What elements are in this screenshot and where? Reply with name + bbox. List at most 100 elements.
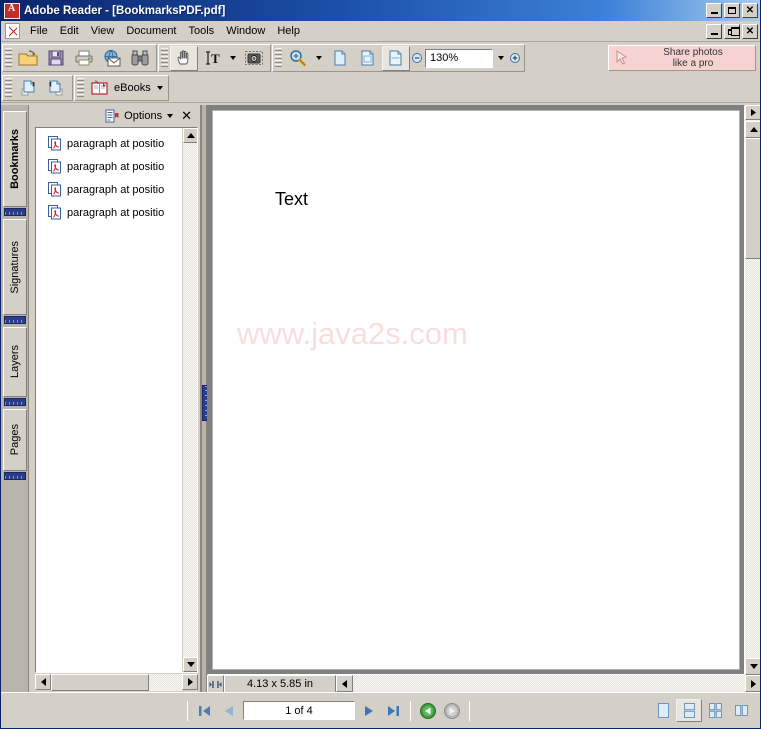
actual-size-button[interactable] xyxy=(326,46,354,71)
select-text-button[interactable]: T xyxy=(198,46,226,71)
scroll-track[interactable] xyxy=(745,259,760,658)
next-view-button[interactable] xyxy=(42,76,70,101)
sidebar-tab-grip[interactable] xyxy=(4,472,26,480)
pdf-bookmark-icon xyxy=(48,205,62,220)
page-number-input[interactable]: 1 of 4 xyxy=(243,701,355,720)
scroll-track[interactable] xyxy=(183,143,197,657)
resize-horizontal-icon xyxy=(209,680,222,688)
scroll-thumb[interactable] xyxy=(51,674,149,691)
sidebar-tab-bookmarks-label: Bookmarks xyxy=(9,129,21,189)
document-viewport[interactable]: Text www.java2s.com xyxy=(207,105,745,675)
continuous-view-button[interactable] xyxy=(676,699,702,722)
document-restore-button[interactable] xyxy=(724,23,740,39)
triangle-down-icon xyxy=(749,664,758,669)
document-horizontal-scrollbar[interactable]: 4.13 x 5.85 in xyxy=(207,675,760,693)
last-page-button[interactable] xyxy=(381,700,405,722)
menu-help[interactable]: Help xyxy=(271,22,306,40)
document-minimize-button[interactable] xyxy=(706,23,722,39)
first-page-button[interactable] xyxy=(193,700,217,722)
scroll-left-button[interactable] xyxy=(35,674,51,690)
bookmarks-horizontal-scrollbar[interactable] xyxy=(35,674,198,691)
open-button[interactable] xyxy=(14,46,42,71)
list-item[interactable]: paragraph at positio xyxy=(48,132,182,155)
zoom-level-input[interactable]: 130% xyxy=(425,48,493,68)
page-size-indicator: 4.13 x 5.85 in xyxy=(224,675,336,693)
snapshot-button[interactable] xyxy=(240,46,268,71)
zoom-in-button[interactable] xyxy=(508,46,522,71)
menu-view[interactable]: View xyxy=(85,22,121,40)
sidebar-tab-grip[interactable] xyxy=(4,208,26,216)
single-page-view-button[interactable] xyxy=(650,699,676,722)
pdf-document-icon[interactable] xyxy=(5,23,20,39)
scroll-up-button[interactable] xyxy=(745,121,760,138)
sidebar-tab-bookmarks[interactable]: Bookmarks xyxy=(3,111,27,207)
zoom-in-tool-button[interactable] xyxy=(284,46,312,71)
save-button[interactable] xyxy=(42,46,70,71)
scroll-track[interactable] xyxy=(353,675,745,693)
sidebar-tab-grip[interactable] xyxy=(4,316,26,324)
hand-tool-button[interactable] xyxy=(170,45,198,71)
scroll-thumb[interactable] xyxy=(745,138,760,259)
scroll-right-button[interactable] xyxy=(182,674,198,690)
menu-tools[interactable]: Tools xyxy=(183,22,221,40)
menu-document[interactable]: Document xyxy=(120,22,182,40)
fit-page-button[interactable] xyxy=(354,46,382,71)
sidebar-tab-pages[interactable]: Pages xyxy=(3,409,27,471)
list-item[interactable]: paragraph at positio xyxy=(48,201,182,224)
file-toolbar-group xyxy=(2,44,157,72)
chevron-down-icon[interactable] xyxy=(167,114,174,118)
next-view-button[interactable] xyxy=(440,700,464,722)
menu-file[interactable]: File xyxy=(24,22,54,40)
zoom-out-button[interactable] xyxy=(410,46,424,71)
chevron-down-icon xyxy=(498,56,504,60)
zoom-level-dropdown[interactable] xyxy=(494,49,508,68)
facing-view-button[interactable] xyxy=(702,699,728,722)
toolbar-grip[interactable] xyxy=(5,48,12,68)
chevron-down-icon[interactable] xyxy=(156,86,163,90)
split-view-button[interactable] xyxy=(745,105,760,120)
toolbar-grip[interactable] xyxy=(161,48,168,68)
previous-view-button[interactable] xyxy=(14,76,42,101)
select-text-dropdown[interactable] xyxy=(226,46,240,71)
pdf-page[interactable]: Text www.java2s.com xyxy=(212,110,740,670)
close-icon[interactable]: ✕ xyxy=(181,109,192,122)
toolbar-grip[interactable] xyxy=(5,78,12,98)
scroll-right-button[interactable] xyxy=(745,675,760,692)
scroll-down-button[interactable] xyxy=(183,657,197,672)
document-vertical-scrollbar[interactable] xyxy=(745,105,760,675)
scroll-down-button[interactable] xyxy=(745,658,760,675)
minimize-button[interactable] xyxy=(706,3,722,18)
sidebar-tab-signatures[interactable]: Signatures xyxy=(3,219,27,315)
print-button[interactable] xyxy=(70,46,98,71)
previous-view-button[interactable] xyxy=(416,700,440,722)
scroll-up-button[interactable] xyxy=(183,128,197,143)
fit-width-button[interactable] xyxy=(382,45,410,71)
bookmarks-vertical-scrollbar[interactable] xyxy=(182,128,197,672)
maximize-button[interactable] xyxy=(724,3,740,18)
close-button[interactable]: ✕ xyxy=(742,3,758,18)
next-page-button[interactable] xyxy=(357,700,381,722)
toolbar-grip[interactable] xyxy=(77,78,84,98)
sidebar-tab-grip[interactable] xyxy=(4,398,26,406)
menu-edit[interactable]: Edit xyxy=(54,22,85,40)
ebooks-button[interactable]: eBooks xyxy=(86,76,166,100)
menu-window[interactable]: Window xyxy=(220,22,271,40)
continuous-facing-view-button[interactable] xyxy=(728,699,754,722)
email-button[interactable] xyxy=(98,46,126,71)
scroll-track[interactable] xyxy=(149,674,182,691)
sidebar-tab-layers[interactable]: Layers xyxy=(3,327,27,397)
toolbar-grip[interactable] xyxy=(275,48,282,68)
page-size-grip[interactable] xyxy=(207,675,224,693)
previous-page-button[interactable] xyxy=(217,700,241,722)
sidebar-tab-layers-label: Layers xyxy=(9,345,21,379)
share-photos-ad[interactable]: Share photos like a pro xyxy=(608,45,756,71)
document-close-button[interactable]: ✕ xyxy=(742,23,758,39)
triangle-right-icon xyxy=(187,678,193,686)
bookmarks-options-label[interactable]: Options xyxy=(124,110,162,122)
list-item[interactable]: paragraph at positio xyxy=(48,155,182,178)
zoom-tool-dropdown[interactable] xyxy=(312,46,326,71)
scroll-left-button[interactable] xyxy=(336,675,353,692)
adobe-reader-icon xyxy=(4,2,20,19)
list-item[interactable]: paragraph at positio xyxy=(48,178,182,201)
search-button[interactable] xyxy=(126,46,154,71)
